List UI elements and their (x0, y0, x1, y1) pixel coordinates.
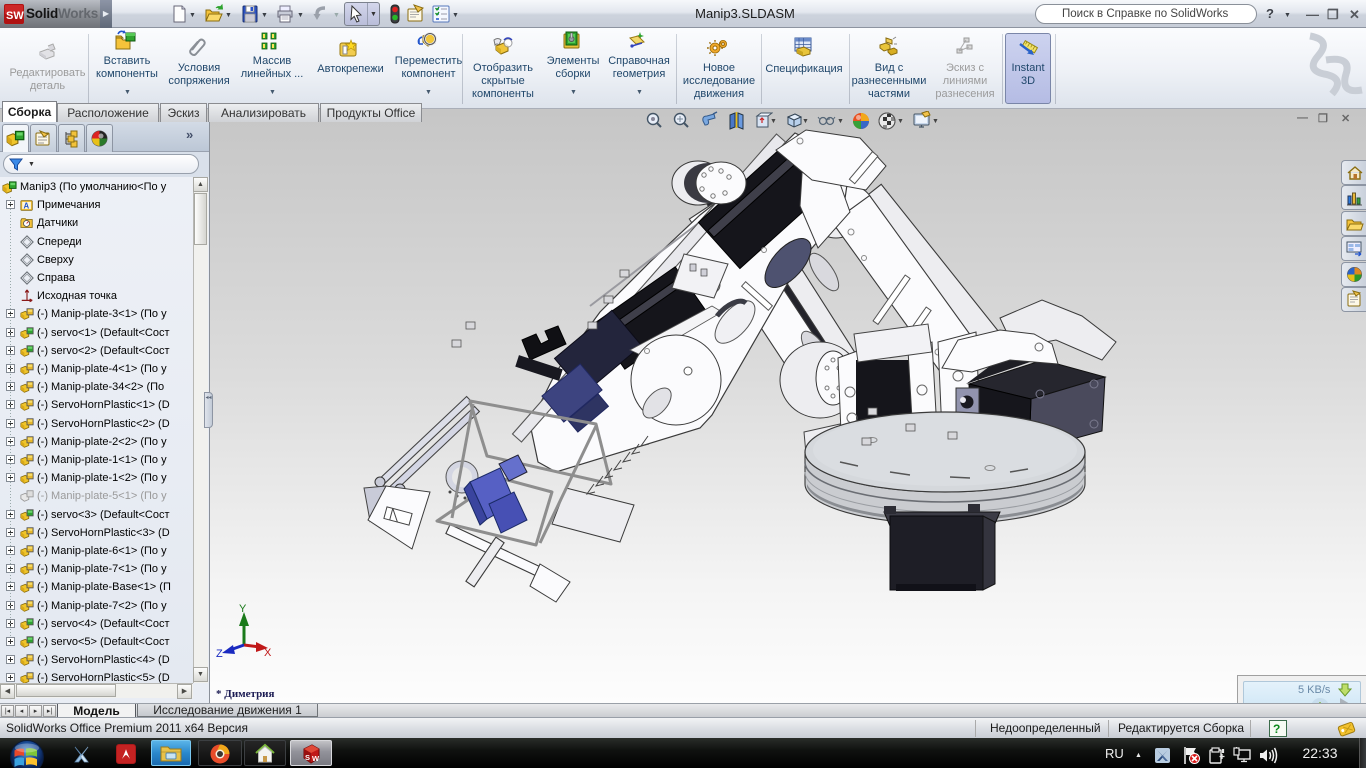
svg-text:* Диметрия: * Диметрия (216, 688, 275, 700)
svg-text:?: ? (1273, 722, 1280, 736)
svg-text:Z: Z (216, 648, 223, 660)
svg-text:A: A (24, 202, 30, 211)
svg-text:W: W (312, 754, 320, 763)
svg-text:S: S (305, 753, 310, 762)
svg-text:Y: Y (239, 603, 247, 615)
svg-text:X: X (264, 647, 272, 659)
